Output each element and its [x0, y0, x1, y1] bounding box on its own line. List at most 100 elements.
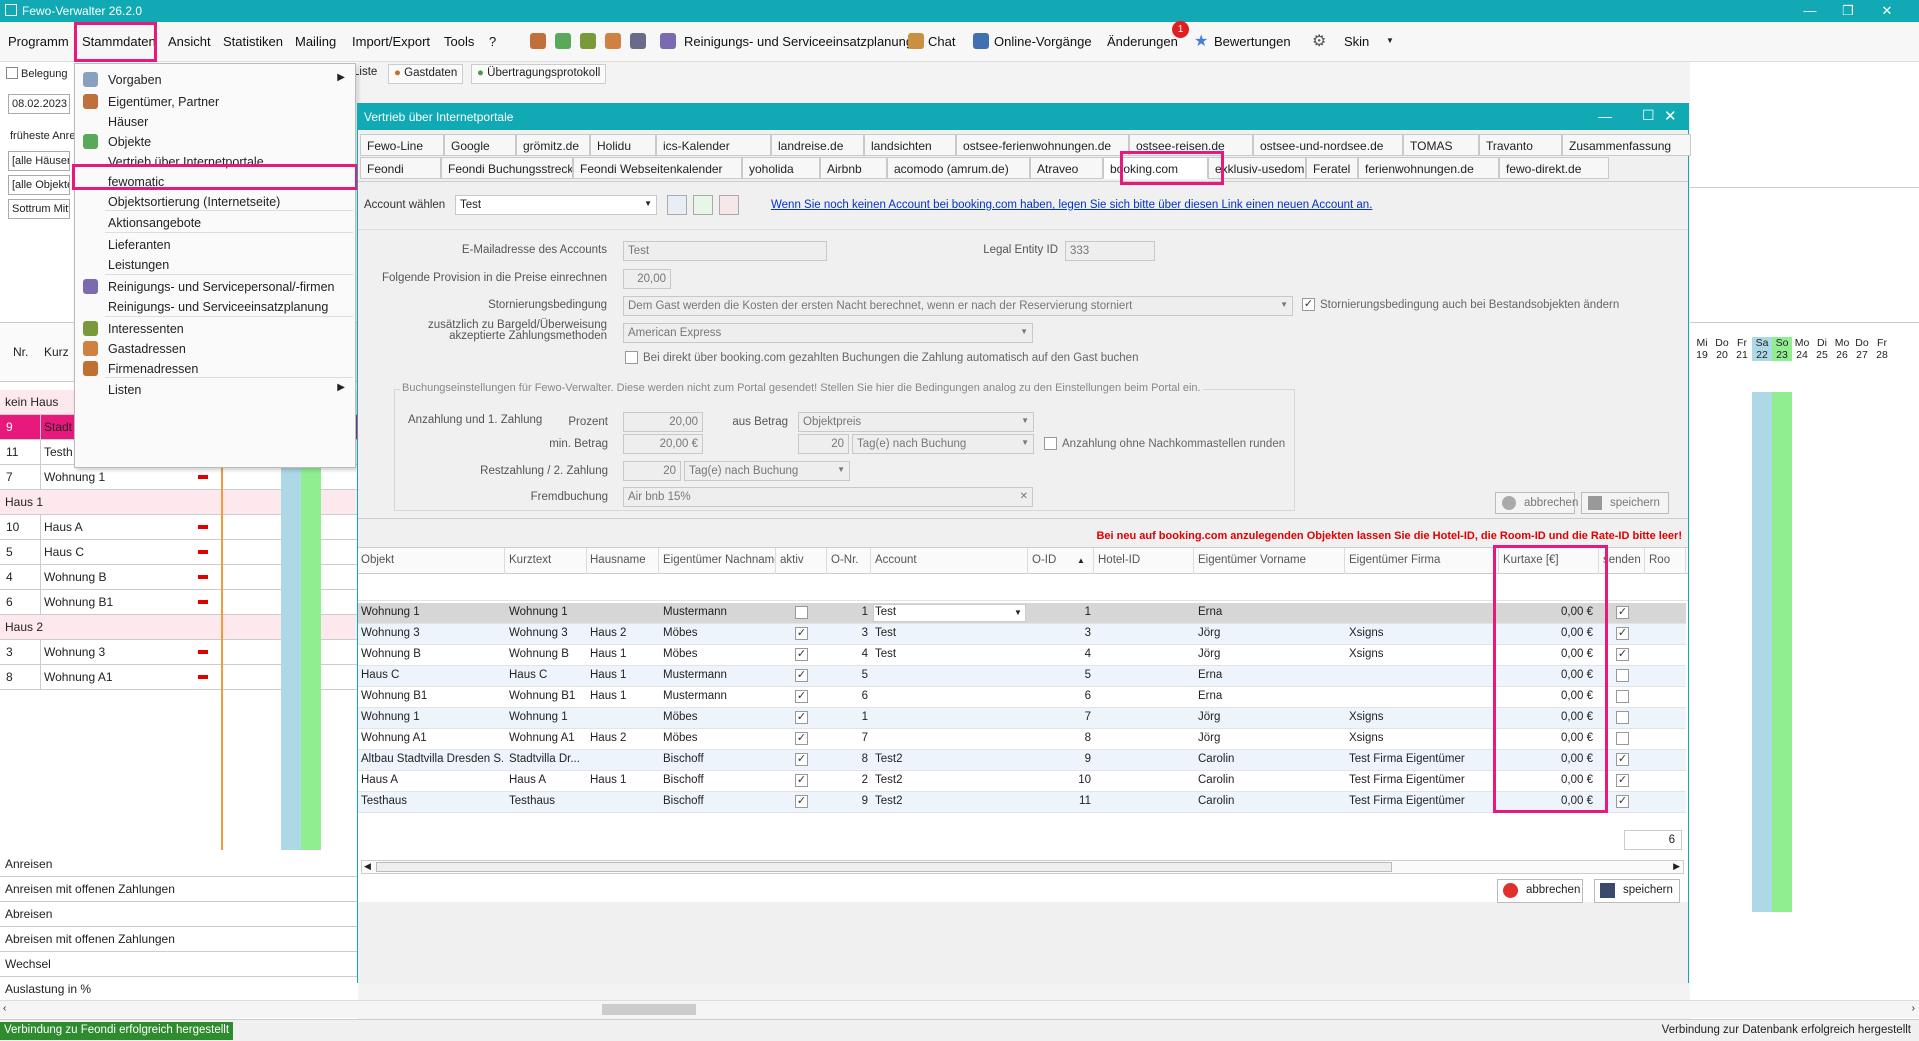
menu-ansicht[interactable]: Ansicht: [168, 34, 211, 49]
menu-item-10[interactable]: Reinigungs- und Servicepersonal/-firmen: [75, 276, 355, 298]
cell-senden-checkbox[interactable]: ✓: [1616, 648, 1629, 661]
menu-item-3[interactable]: Objekte: [75, 131, 355, 153]
dialog-save-button[interactable]: speichern: [1594, 879, 1680, 903]
menu-item-9[interactable]: Leistungen: [75, 254, 355, 276]
prozent-field[interactable]: 20,00: [623, 412, 703, 432]
rest-unit-select[interactable]: Tag(e) nach Buchung ▼: [684, 461, 850, 481]
cell-senden-checkbox[interactable]: [1616, 732, 1629, 745]
col-header-9[interactable]: Eigentümer Vorname: [1195, 548, 1345, 574]
bg-tab-liste[interactable]: Liste: [353, 66, 377, 78]
scroll-right-icon[interactable]: ›: [1912, 1003, 1915, 1014]
tab2-10[interactable]: ferienwohnungen.de: [1358, 157, 1499, 179]
col-header-3[interactable]: Eigentümer Nachname: [660, 548, 776, 574]
settings-cancel-button[interactable]: abbrechen: [1495, 492, 1578, 514]
horizontal-scrollbar[interactable]: ◀ ▶: [361, 860, 1684, 874]
cell-aktiv-checkbox[interactable]: ✓: [795, 774, 808, 787]
account-select[interactable]: Test ▼: [455, 195, 657, 215]
cell-senden-checkbox[interactable]: ✓: [1616, 627, 1629, 640]
menu-item-15[interactable]: Listen ▶: [75, 379, 355, 401]
provision-field[interactable]: 20,00: [623, 269, 671, 289]
settings-save-button[interactable]: speichern: [1581, 492, 1669, 514]
new-account-link[interactable]: Wenn Sie noch keinen Account bei booking…: [771, 199, 1372, 211]
online-button[interactable]: Online-Vorgänge: [994, 34, 1092, 49]
menu-item-8[interactable]: Lieferanten: [75, 234, 355, 256]
table-row[interactable]: Wohnung A1 Wohnung A1 Haus 2 Möbes ✓ 7 8 Jörg Xs…: [358, 729, 1686, 750]
tab2-9[interactable]: Feratel: [1306, 157, 1358, 179]
tab-7[interactable]: ostsee-ferienwohnungen.de: [956, 134, 1129, 156]
tab2-11[interactable]: fewo-direkt.de: [1499, 157, 1609, 179]
table-row[interactable]: Wohnung 3 Wohnung 3 Haus 2 Möbes ✓ 3 Test 3 Jörg…: [358, 624, 1686, 645]
main-scroll-thumb[interactable]: [602, 1004, 696, 1015]
cell-senden-checkbox[interactable]: ✓: [1616, 606, 1629, 619]
tab2-2[interactable]: Feondi Webseitenkalender: [573, 157, 742, 179]
house-icon[interactable]: [555, 33, 571, 49]
list-icon[interactable]: [630, 33, 646, 49]
table-row[interactable]: Wohnung B Wohnung B Haus 1 Möbes ✓ 4 Test 4 Jörg…: [358, 645, 1686, 666]
bg-tab-protokoll[interactable]: ● Übertragungsprotokoll: [471, 64, 607, 84]
cell-senden-checkbox[interactable]: [1616, 690, 1629, 703]
table-row[interactable]: Haus C Haus C Haus 1 Mustermann ✓ 5 5 Erna 0,00 …: [358, 666, 1686, 687]
menu-help[interactable]: ?: [489, 34, 496, 49]
cell-senden-checkbox[interactable]: [1616, 711, 1629, 724]
min-betrag-field[interactable]: 20,00 €: [623, 434, 703, 454]
cleaning-icon[interactable]: [660, 33, 676, 49]
dialog-maximize[interactable]: ☐: [1642, 107, 1655, 124]
table-row[interactable]: Wohnung 1 Wohnung 1 Mustermann 1 ▼ Test 1 Erna 0…: [358, 603, 1686, 624]
reviews-button[interactable]: Bewertungen: [1214, 34, 1291, 49]
tab-0[interactable]: Fewo-Line: [360, 134, 444, 156]
table-row[interactable]: Wohnung B1 Wohnung B1 Haus 1 Mustermann ✓ 6 6 E…: [358, 687, 1686, 708]
tab-9[interactable]: ostsee-und-nordsee.de: [1253, 134, 1403, 156]
menu-import-export[interactable]: Import/Export: [352, 34, 430, 49]
days-field[interactable]: 20: [798, 434, 849, 454]
guest-icon[interactable]: [605, 33, 621, 49]
menu-item-7[interactable]: Aktionsangebote: [75, 212, 355, 234]
filter-objects[interactable]: [alle Objekte]: [8, 175, 70, 195]
add-account-icon[interactable]: [693, 195, 713, 215]
tab-3[interactable]: Holidu: [590, 134, 656, 156]
col-header-6[interactable]: Account: [872, 548, 1028, 574]
owner-icon[interactable]: [530, 33, 546, 49]
col-header-0[interactable]: Objekt: [358, 548, 505, 574]
tab-5[interactable]: landreise.de: [771, 134, 864, 156]
days-unit-select[interactable]: Tag(e) nach Buchung ▼: [852, 434, 1034, 454]
menu-tools[interactable]: Tools: [444, 34, 474, 49]
chat-icon[interactable]: [908, 33, 924, 49]
tab2-1[interactable]: Feondi Buchungsstrecke: [441, 157, 573, 179]
col-header-8[interactable]: Hotel-ID: [1095, 548, 1194, 574]
belegung-tab[interactable]: Belegung: [6, 67, 68, 80]
storno-select[interactable]: Dem Gast werden die Kosten der ersten Na…: [623, 296, 1293, 316]
col-header-10[interactable]: Eigentümer Firma: [1346, 548, 1499, 574]
tab2-3[interactable]: yoholida: [742, 157, 820, 179]
clear-icon[interactable]: ✕: [1020, 491, 1028, 502]
tab2-6[interactable]: Atraveo: [1030, 157, 1103, 179]
cell-aktiv-checkbox[interactable]: ✓: [795, 795, 808, 808]
online-icon[interactable]: [973, 33, 989, 49]
cell-aktiv-checkbox[interactable]: ✓: [795, 627, 808, 640]
round-checkbox[interactable]: [1044, 437, 1057, 450]
tab-1[interactable]: Google: [444, 134, 516, 156]
changes-button[interactable]: Änderungen: [1107, 34, 1178, 49]
fremd-select[interactable]: Air bnb 15% ✕: [623, 487, 1033, 507]
menu-statistiken[interactable]: Statistiken: [223, 34, 283, 49]
date-field[interactable]: 08.02.2023: [8, 94, 70, 114]
dialog-minimize[interactable]: —: [1598, 108, 1612, 124]
col-header-4[interactable]: aktiv: [777, 548, 827, 574]
cell-aktiv-checkbox[interactable]: ✓: [795, 690, 808, 703]
tab2-0[interactable]: Feondi: [360, 157, 441, 179]
col-header-13[interactable]: Roo: [1646, 548, 1686, 574]
chat-button[interactable]: Chat: [928, 34, 955, 49]
star-icon[interactable]: ★: [1194, 31, 1208, 51]
scroll-right-icon[interactable]: ▶: [1673, 861, 1680, 872]
tab-2[interactable]: grömitz.de: [516, 134, 590, 156]
direct-checkbox[interactable]: [625, 351, 638, 364]
scroll-left-icon[interactable]: ‹: [3, 1003, 6, 1014]
cell-senden-checkbox[interactable]: ✓: [1616, 753, 1629, 766]
skin-button[interactable]: Skin: [1344, 34, 1369, 49]
menu-item-2[interactable]: Häuser: [75, 111, 355, 133]
bg-tab-gastdaten[interactable]: ● Gastdaten: [388, 64, 464, 84]
filter-row[interactable]: [358, 574, 1688, 601]
menu-programm[interactable]: Programm: [8, 34, 69, 49]
filter-location[interactable]: Sottrum Mitte: [8, 199, 70, 219]
delete-account-icon[interactable]: [719, 195, 739, 215]
dialog-cancel-button[interactable]: abbrechen: [1497, 879, 1583, 903]
